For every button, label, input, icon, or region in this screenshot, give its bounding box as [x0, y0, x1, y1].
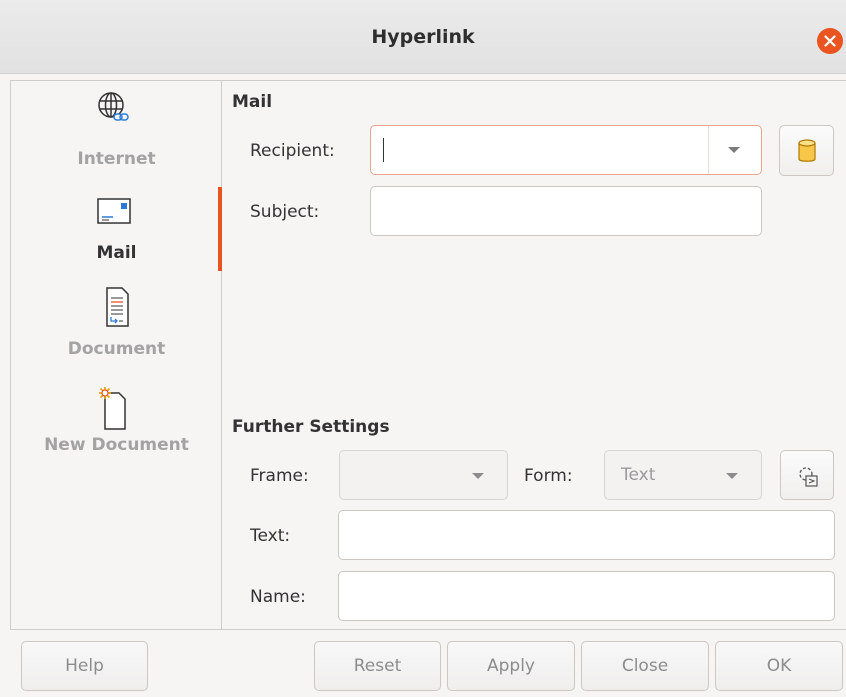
chevron-down-icon [726, 473, 738, 479]
recipient-label: Recipient: [250, 141, 335, 161]
sidebar-item-label: Mail [96, 243, 137, 263]
text-input[interactable] [338, 510, 835, 560]
help-button[interactable]: Help [21, 641, 148, 691]
window-title: Hyperlink [371, 26, 475, 48]
database-icon [798, 139, 816, 162]
subject-label: Subject: [250, 202, 320, 222]
further-settings-heading: Further Settings [232, 417, 390, 437]
ok-button[interactable]: OK [715, 641, 843, 691]
name-input[interactable] [338, 571, 835, 621]
window-close-button[interactable] [817, 28, 843, 54]
name-label: Name: [250, 587, 306, 607]
document-icon [106, 287, 129, 327]
sidebar-item-label: Document [67, 339, 166, 359]
frame-combobox[interactable] [339, 450, 508, 500]
form-label: Form: [524, 466, 573, 486]
close-icon [824, 35, 836, 47]
globe-link-icon [98, 92, 129, 121]
data-sources-button[interactable] [779, 125, 834, 176]
chevron-down-icon [728, 147, 740, 153]
gear-macro-icon [799, 467, 818, 487]
hyperlink-type-sidebar: Internet Mail Document New Document [11, 81, 222, 629]
apply-button[interactable]: Apply [447, 641, 575, 691]
sidebar-item-document[interactable]: Document [11, 286, 222, 366]
mail-icon [97, 198, 131, 224]
recipient-combobox[interactable] [370, 125, 762, 175]
text-label: Text: [250, 526, 291, 546]
recipient-dropdown-toggle[interactable] [708, 126, 760, 174]
sidebar-item-internet[interactable]: Internet [11, 89, 222, 179]
close-button[interactable]: Close [581, 641, 709, 691]
subject-input[interactable] [370, 186, 762, 236]
title-bar: Hyperlink [0, 0, 846, 74]
active-item-indicator [218, 187, 222, 271]
chevron-down-icon [472, 473, 484, 479]
text-caret [383, 138, 384, 162]
new-document-icon [99, 387, 126, 430]
reset-button[interactable]: Reset [314, 641, 441, 691]
events-button[interactable] [780, 450, 834, 500]
sidebar-item-mail[interactable]: Mail [11, 191, 222, 271]
sidebar-item-label: New Document [44, 435, 189, 455]
sidebar-item-label: Internet [77, 149, 156, 169]
mail-heading: Mail [232, 92, 273, 112]
sidebar-item-new-document[interactable]: New Document [11, 385, 222, 465]
mail-panel: Mail Recipient: Subject: Further Setting… [223, 81, 846, 629]
dialog-body: Internet Mail Document New Document Mail… [10, 80, 846, 630]
frame-label: Frame: [250, 466, 309, 486]
form-value: Text [621, 465, 656, 485]
form-combobox[interactable]: Text [604, 450, 762, 500]
